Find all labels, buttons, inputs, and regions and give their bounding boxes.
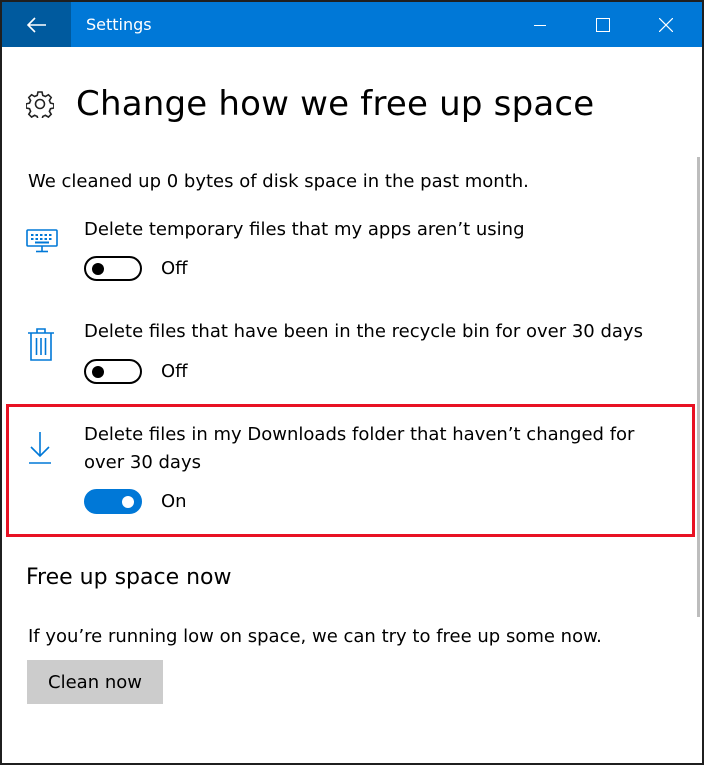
toggle-knob bbox=[122, 495, 134, 508]
back-button[interactable] bbox=[2, 2, 71, 47]
maximize-button[interactable] bbox=[573, 2, 633, 47]
keyboard-icon bbox=[26, 229, 58, 253]
cleanup-summary: We cleaned up 0 bytes of disk space in t… bbox=[28, 171, 529, 192]
trash-icon bbox=[28, 328, 54, 361]
setting-label-line1: Delete files in my Downloads folder that… bbox=[84, 424, 635, 445]
window-title: Settings bbox=[86, 15, 152, 34]
toggle-state-label: On bbox=[161, 491, 187, 512]
close-icon bbox=[659, 17, 673, 32]
toggle-state-label: Off bbox=[161, 258, 188, 279]
downloads-folder-toggle[interactable] bbox=[84, 489, 142, 514]
section-title: Free up space now bbox=[26, 565, 232, 590]
toggle-state-label: Off bbox=[161, 361, 188, 382]
clean-now-button[interactable]: Clean now bbox=[27, 660, 163, 704]
settings-window: Settings Change how we free up space We … bbox=[0, 0, 704, 765]
temporary-files-toggle[interactable] bbox=[84, 256, 142, 281]
minimize-button[interactable] bbox=[510, 2, 570, 47]
section-description: If you’re running low on space, we can t… bbox=[28, 626, 602, 647]
close-button[interactable] bbox=[636, 2, 696, 47]
title-bar: Settings bbox=[2, 2, 702, 47]
scrollbar[interactable] bbox=[697, 157, 700, 617]
back-arrow-icon bbox=[26, 16, 46, 33]
minimize-icon bbox=[534, 24, 546, 26]
maximize-icon bbox=[596, 17, 610, 32]
setting-label: Delete temporary files that my apps aren… bbox=[84, 219, 525, 240]
setting-label: Delete files that have been in the recyc… bbox=[84, 321, 643, 342]
gear-icon bbox=[26, 91, 54, 118]
toggle-knob bbox=[92, 262, 104, 275]
page-title: Change how we free up space bbox=[76, 84, 595, 124]
setting-label-line2: over 30 days bbox=[84, 452, 201, 473]
download-icon bbox=[29, 432, 51, 464]
toggle-knob bbox=[92, 365, 104, 378]
recycle-bin-toggle[interactable] bbox=[84, 359, 142, 384]
